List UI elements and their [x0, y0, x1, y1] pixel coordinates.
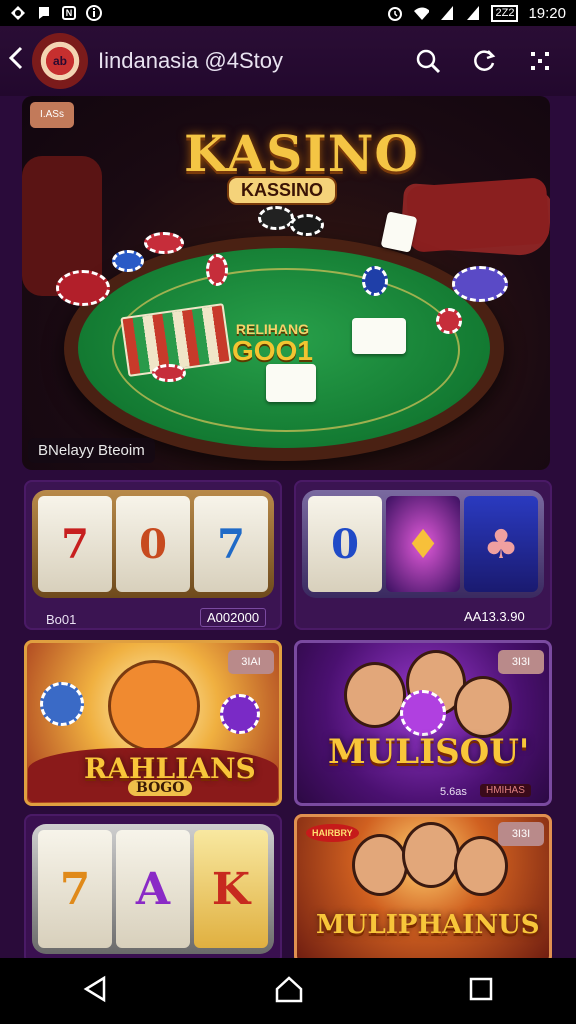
app-bar: ab Iindanasia @4Stoy — [0, 26, 576, 96]
poker-chip-icon — [452, 266, 508, 302]
hero-logo-subtitle: KASSINO — [227, 176, 338, 205]
tile-label: Bo01 — [46, 612, 77, 627]
game-tile-slot-right[interactable]: 0 ♦ ♣ AA13.3.90 — [294, 480, 552, 630]
battery-icon: 2Z2 — [491, 4, 519, 22]
poker-chip-icon — [152, 364, 186, 382]
tile-subtitle: BOGO — [128, 780, 193, 796]
cat-character-image — [108, 660, 200, 752]
alarm-icon — [387, 5, 403, 21]
refresh-icon[interactable] — [470, 47, 498, 75]
reel: 0 — [116, 496, 190, 592]
playing-card-image — [352, 318, 406, 354]
poker-chip-icon — [144, 232, 184, 254]
slot-reels: 7 0 7 — [32, 490, 274, 598]
poker-chip-icon — [112, 250, 144, 272]
app-title: Iindanasia @4Stoy — [98, 48, 284, 73]
tile-price: A002000 — [200, 608, 267, 627]
app-icon — [10, 5, 26, 21]
game-tile-people[interactable]: 3I3I HAIRBRY MULIPHAINUS — [294, 814, 552, 964]
tile-ribbon: HAIRBRY — [306, 824, 359, 842]
character-image — [454, 836, 508, 896]
status-bar: N 2Z2 19:20 — [0, 0, 576, 26]
poker-chip-icon — [362, 266, 388, 296]
tile-title: MULISOU' — [328, 732, 530, 772]
character-image — [454, 676, 512, 738]
poker-chip-icon — [40, 682, 84, 726]
reel: K — [194, 830, 268, 948]
reel: A — [116, 830, 190, 948]
avatar-text: ab — [52, 54, 67, 68]
poker-chip-icon — [56, 270, 110, 306]
reel: 0 — [308, 496, 382, 592]
tile-badge: 3I3I — [498, 650, 544, 674]
poker-chip-icon — [258, 206, 294, 230]
recents-icon[interactable] — [468, 976, 494, 1007]
tile-foot-left: 5.6as — [440, 786, 467, 798]
character-image — [344, 662, 406, 728]
signal-icon — [465, 5, 481, 21]
game-tile-party[interactable]: 3I3I MULISOU' 5.6as HMIHAS — [294, 640, 552, 806]
notification-icon — [36, 5, 52, 21]
back-chevron-icon[interactable] — [8, 45, 26, 78]
reel: 7 — [194, 496, 268, 592]
table-title-big: GOO1 — [232, 335, 313, 366]
navigation-bar — [0, 958, 576, 1024]
poker-chip-icon — [436, 308, 462, 334]
hero-badge: I.ASs — [30, 102, 74, 128]
character-image — [402, 822, 460, 888]
avatar[interactable]: ab — [32, 33, 88, 89]
reel: ♦ — [386, 496, 460, 592]
back-icon[interactable] — [82, 975, 110, 1008]
tile-foot-right: HMIHAS — [480, 784, 531, 797]
search-icon[interactable] — [414, 47, 442, 75]
status-time: 19:20 — [528, 4, 566, 22]
tile-title: MULIPHAINUS — [316, 910, 540, 940]
poker-chip-icon — [400, 690, 446, 736]
playing-card-image — [266, 364, 316, 402]
reel: ♣ — [464, 496, 538, 592]
hero-logo: KASINO — [184, 124, 419, 183]
wifi-icon — [413, 5, 430, 21]
hero-banner[interactable]: I.ASs KASINO KASSINO RELIHANG GOO1 BNela… — [22, 96, 550, 470]
tile-badge: 3IAI — [228, 650, 274, 674]
slot-reels: 7 A K — [32, 824, 274, 954]
poker-chip-icon — [290, 214, 324, 236]
poker-chip-icon — [220, 694, 260, 734]
more-icon[interactable] — [526, 47, 554, 75]
n-box-icon: N — [62, 6, 76, 20]
home-icon[interactable] — [274, 975, 304, 1008]
info-icon — [86, 5, 102, 21]
reel: 7 — [38, 830, 112, 948]
slot-reels: 0 ♦ ♣ — [302, 490, 544, 598]
game-tile-slot-bottom[interactable]: 7 A K — [24, 814, 282, 964]
character-image — [352, 834, 408, 896]
game-tile-cat[interactable]: 3IAI RAHLIANS BOGO — [24, 640, 282, 806]
tile-badge: 3I3I — [498, 822, 544, 846]
signal-icon — [439, 5, 455, 21]
hero-caption: BNelayy Bteoim — [28, 438, 155, 463]
side-table-image — [405, 177, 550, 253]
poker-chip-icon — [206, 254, 228, 286]
table-title: RELIHANG GOO1 — [232, 318, 313, 365]
reel: 7 — [38, 496, 112, 592]
tile-price: AA13.3.90 — [464, 609, 525, 624]
game-tile-slot-left[interactable]: 7 0 7 Bo01 A002000 — [24, 480, 282, 630]
